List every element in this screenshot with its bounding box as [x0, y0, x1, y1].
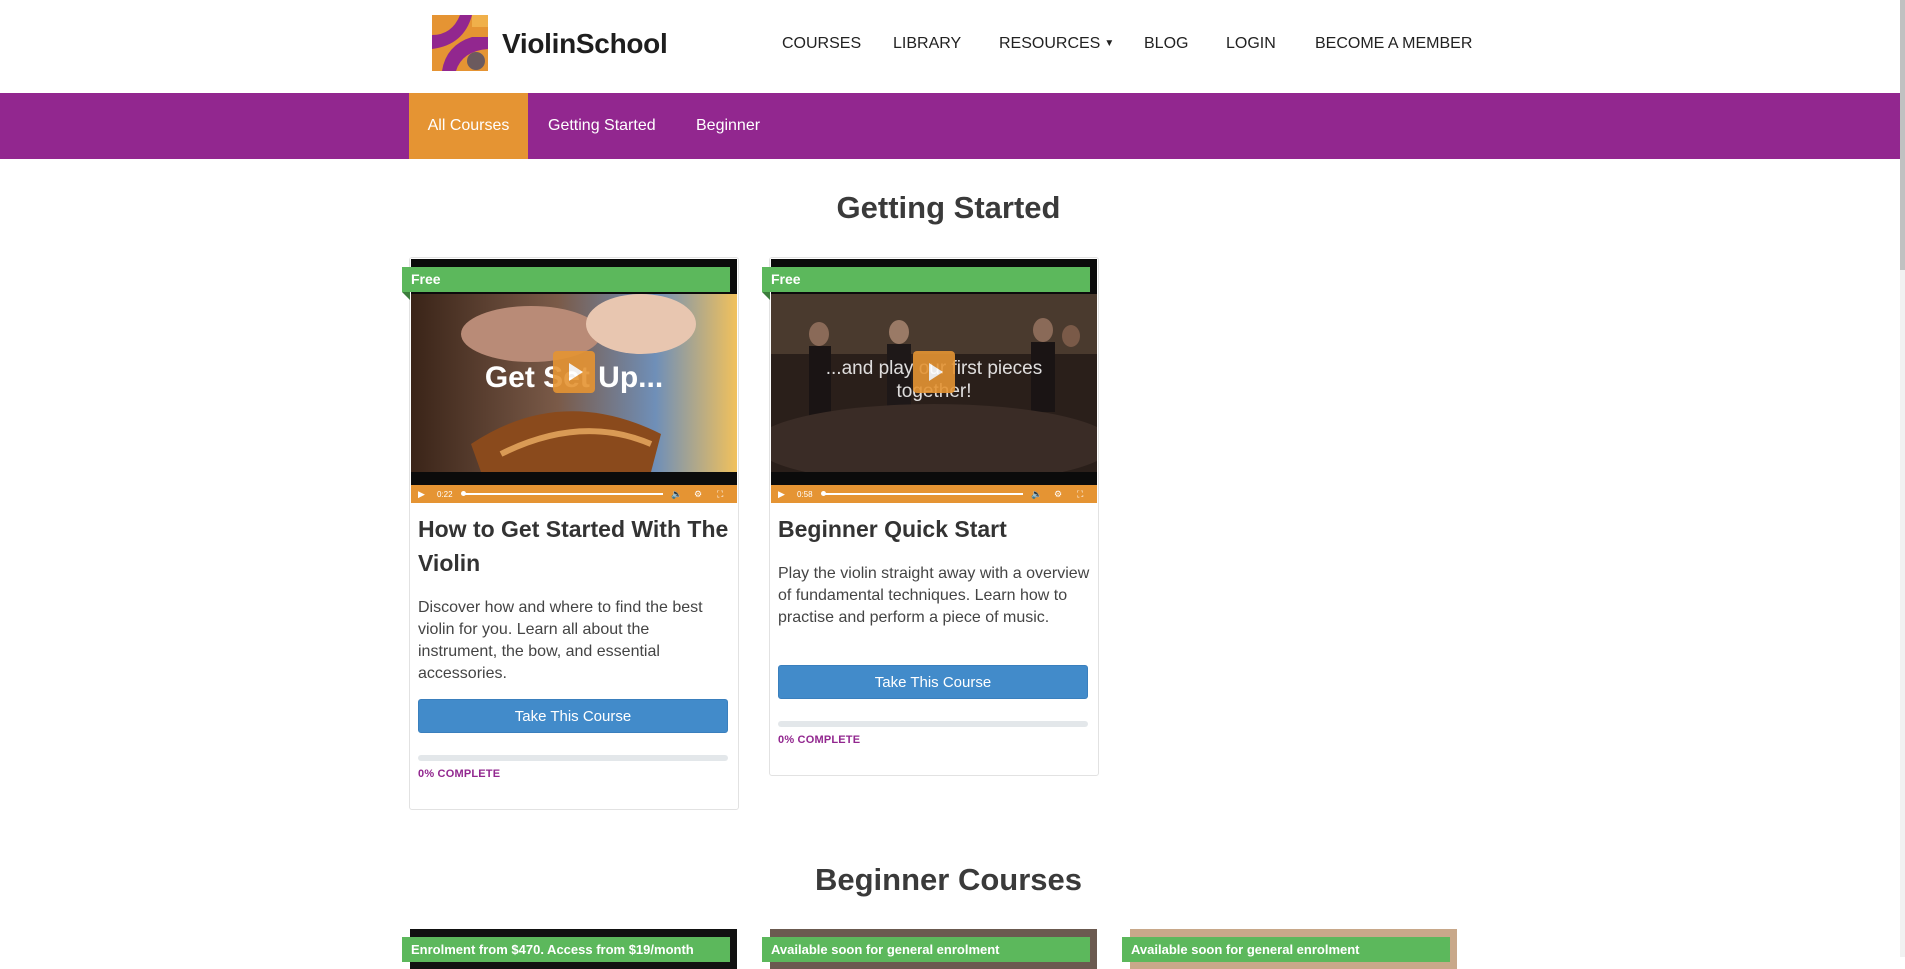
- nav-library[interactable]: LIBRARY: [893, 35, 961, 53]
- course-category-bar: All Courses Getting Started Beginner: [0, 93, 1900, 159]
- price-ribbon: Free: [762, 267, 1090, 292]
- video-progress-bar[interactable]: [463, 493, 663, 495]
- play-icon[interactable]: [913, 351, 955, 393]
- price-ribbon: Available soon for general enrolment: [762, 937, 1090, 962]
- ribbon-fold: [402, 292, 410, 300]
- volume-icon[interactable]: 🔈: [671, 488, 682, 500]
- course-card: ...and play our first pieces together! ▶…: [762, 257, 1099, 776]
- settings-icon[interactable]: ⚙: [694, 488, 702, 500]
- section-title-beginner-courses: Beginner Courses: [814, 862, 1082, 897]
- chevron-down-icon: ▼: [1104, 38, 1115, 49]
- section-title-getting-started: Getting Started: [836, 190, 1061, 225]
- ribbon-fold: [762, 292, 770, 300]
- course-title[interactable]: How to Get Started With The Violin: [418, 512, 730, 580]
- violinschool-logo[interactable]: [432, 15, 488, 71]
- site-header: ViolinSchool COURSES LIBRARY RESOURCES ▼ …: [0, 0, 1905, 93]
- course-progress-bar: [418, 755, 728, 761]
- take-course-button[interactable]: Take This Course: [418, 699, 728, 733]
- video-progress-knob[interactable]: [821, 491, 826, 496]
- tab-getting-started[interactable]: Getting Started: [548, 93, 656, 159]
- video-time: 0:22: [437, 490, 453, 499]
- video-progress-bar[interactable]: [823, 493, 1023, 495]
- settings-icon[interactable]: ⚙: [1054, 488, 1062, 500]
- nav-blog[interactable]: BLOG: [1144, 35, 1188, 53]
- nav-become-member[interactable]: BECOME A MEMBER: [1315, 35, 1472, 53]
- price-ribbon: Available soon for general enrolment: [1122, 937, 1450, 962]
- page-scrollbar[interactable]: [1900, 0, 1905, 957]
- course-card: Get Set Up... ▶ 0:22 🔈 ⚙ ⛶ Free How to G…: [402, 257, 739, 810]
- course-card-thumbnail[interactable]: Enrolment from $470. Access from $19/mon…: [402, 929, 737, 969]
- play-icon[interactable]: ▶: [778, 488, 785, 500]
- nav-courses[interactable]: COURSES: [782, 35, 861, 53]
- course-complete-label: 0% COMPLETE: [418, 768, 501, 780]
- nav-resources-label: RESOURCES: [999, 35, 1101, 52]
- video-player[interactable]: ...and play our first pieces together! ▶…: [771, 259, 1097, 503]
- take-course-button[interactable]: Take This Course: [778, 665, 1088, 699]
- nav-resources[interactable]: RESOURCES ▼: [999, 35, 1114, 53]
- volume-icon[interactable]: 🔈: [1031, 488, 1042, 500]
- video-progress-knob[interactable]: [461, 491, 466, 496]
- price-ribbon: Free: [402, 267, 730, 292]
- fullscreen-icon[interactable]: ⛶: [1077, 488, 1083, 500]
- video-time: 0:58: [797, 490, 813, 499]
- video-controls: ▶ 0:58 🔈 ⚙ ⛶: [771, 485, 1097, 503]
- course-description: Discover how and where to find the best …: [418, 599, 703, 682]
- course-card-thumbnail[interactable]: Available soon for general enrolment: [1122, 929, 1457, 969]
- course-description: Play the violin straight away with a ove…: [778, 565, 1090, 626]
- tab-beginner[interactable]: Beginner: [696, 93, 760, 159]
- tab-all-courses[interactable]: All Courses: [409, 93, 528, 159]
- course-progress-bar: [778, 721, 1088, 727]
- course-complete-label: 0% COMPLETE: [778, 734, 861, 746]
- fullscreen-icon[interactable]: ⛶: [717, 488, 723, 500]
- play-icon[interactable]: [553, 351, 595, 393]
- price-ribbon: Enrolment from $470. Access from $19/mon…: [402, 937, 730, 962]
- play-icon[interactable]: ▶: [418, 488, 425, 500]
- nav-login[interactable]: LOGIN: [1226, 35, 1276, 53]
- course-title[interactable]: Beginner Quick Start: [778, 512, 1090, 546]
- course-card-thumbnail[interactable]: Available soon for general enrolment: [762, 929, 1097, 969]
- video-controls: ▶ 0:22 🔈 ⚙ ⛶: [411, 485, 737, 503]
- brand-name[interactable]: ViolinSchool: [502, 28, 668, 60]
- video-player[interactable]: Get Set Up... ▶ 0:22 🔈 ⚙ ⛶: [411, 259, 737, 503]
- scrollbar-thumb[interactable]: [1900, 0, 1905, 270]
